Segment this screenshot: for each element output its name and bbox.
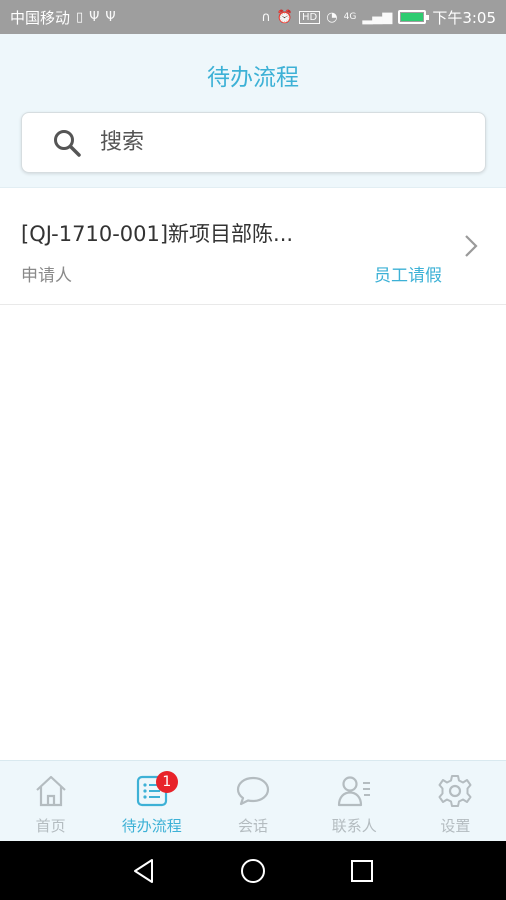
- tab-settings-label: 设置: [440, 817, 471, 835]
- tab-contacts-label: 联系人: [331, 817, 377, 835]
- tab-home[interactable]: 首页: [0, 761, 101, 841]
- item-title: [QJ-1710-001]新项目部陈...: [21, 222, 294, 246]
- sim-icon: ▯: [76, 9, 84, 25]
- status-left: 中国移动 ▯ Ψ Ψ: [10, 7, 116, 28]
- tab-settings[interactable]: 设置: [405, 761, 506, 841]
- gear-icon: [438, 775, 472, 807]
- signal-icon: ▂▄▆: [362, 9, 393, 25]
- tab-chat[interactable]: 会话: [202, 761, 303, 841]
- back-icon[interactable]: [130, 857, 158, 885]
- network-type-label: 4G: [343, 12, 357, 22]
- home-icon: [35, 775, 66, 807]
- item-type-label: 员工请假: [374, 266, 442, 286]
- search-icon: [54, 129, 81, 157]
- home-circle-icon[interactable]: [239, 857, 267, 885]
- wifi-icon: ◔: [326, 9, 338, 25]
- todo-count-badge: 1: [155, 771, 178, 793]
- tab-todo[interactable]: 1 待办流程: [101, 761, 202, 841]
- chat-bubble-icon: [236, 776, 270, 806]
- system-nav-bar: [0, 841, 506, 900]
- tab-contacts[interactable]: 联系人: [304, 761, 405, 841]
- page-title: 待办流程: [207, 65, 299, 91]
- contacts-icon: [338, 776, 371, 807]
- process-list: [QJ-1710-001]新项目部陈... 申请人 员工请假: [0, 188, 506, 305]
- search-box[interactable]: [21, 112, 486, 173]
- chevron-right-icon: [465, 235, 478, 257]
- battery-icon: [398, 10, 430, 24]
- tab-chat-label: 会话: [238, 817, 269, 835]
- item-applicant-label: 申请人: [21, 266, 72, 286]
- alarm-icon: ⏰: [276, 9, 294, 25]
- tab-bar: 首页 1 待办流程 会话 联系人 设置: [0, 760, 506, 841]
- hd-icon: HD: [299, 10, 321, 24]
- clock-label: 下午3:05: [432, 8, 496, 27]
- usb-icon: Ψ: [105, 9, 116, 25]
- usb-icon: Ψ: [89, 9, 100, 25]
- recent-apps-icon[interactable]: [348, 857, 376, 885]
- carrier-label: 中国移动: [10, 8, 71, 27]
- tab-todo-label: 待办流程: [121, 817, 182, 835]
- status-right: ∩ ⏰ HD ◔ 4G ▂▄▆ 下午3:05: [261, 7, 496, 28]
- header: 待办流程: [0, 34, 506, 188]
- search-input[interactable]: [100, 130, 460, 155]
- tab-home-label: 首页: [35, 817, 66, 835]
- list-item[interactable]: [QJ-1710-001]新项目部陈... 申请人 员工请假: [0, 188, 506, 305]
- headset-icon: ∩: [261, 9, 271, 25]
- status-bar: 中国移动 ▯ Ψ Ψ ∩ ⏰ HD ◔ 4G ▂▄▆ 下午3:05: [0, 0, 506, 34]
